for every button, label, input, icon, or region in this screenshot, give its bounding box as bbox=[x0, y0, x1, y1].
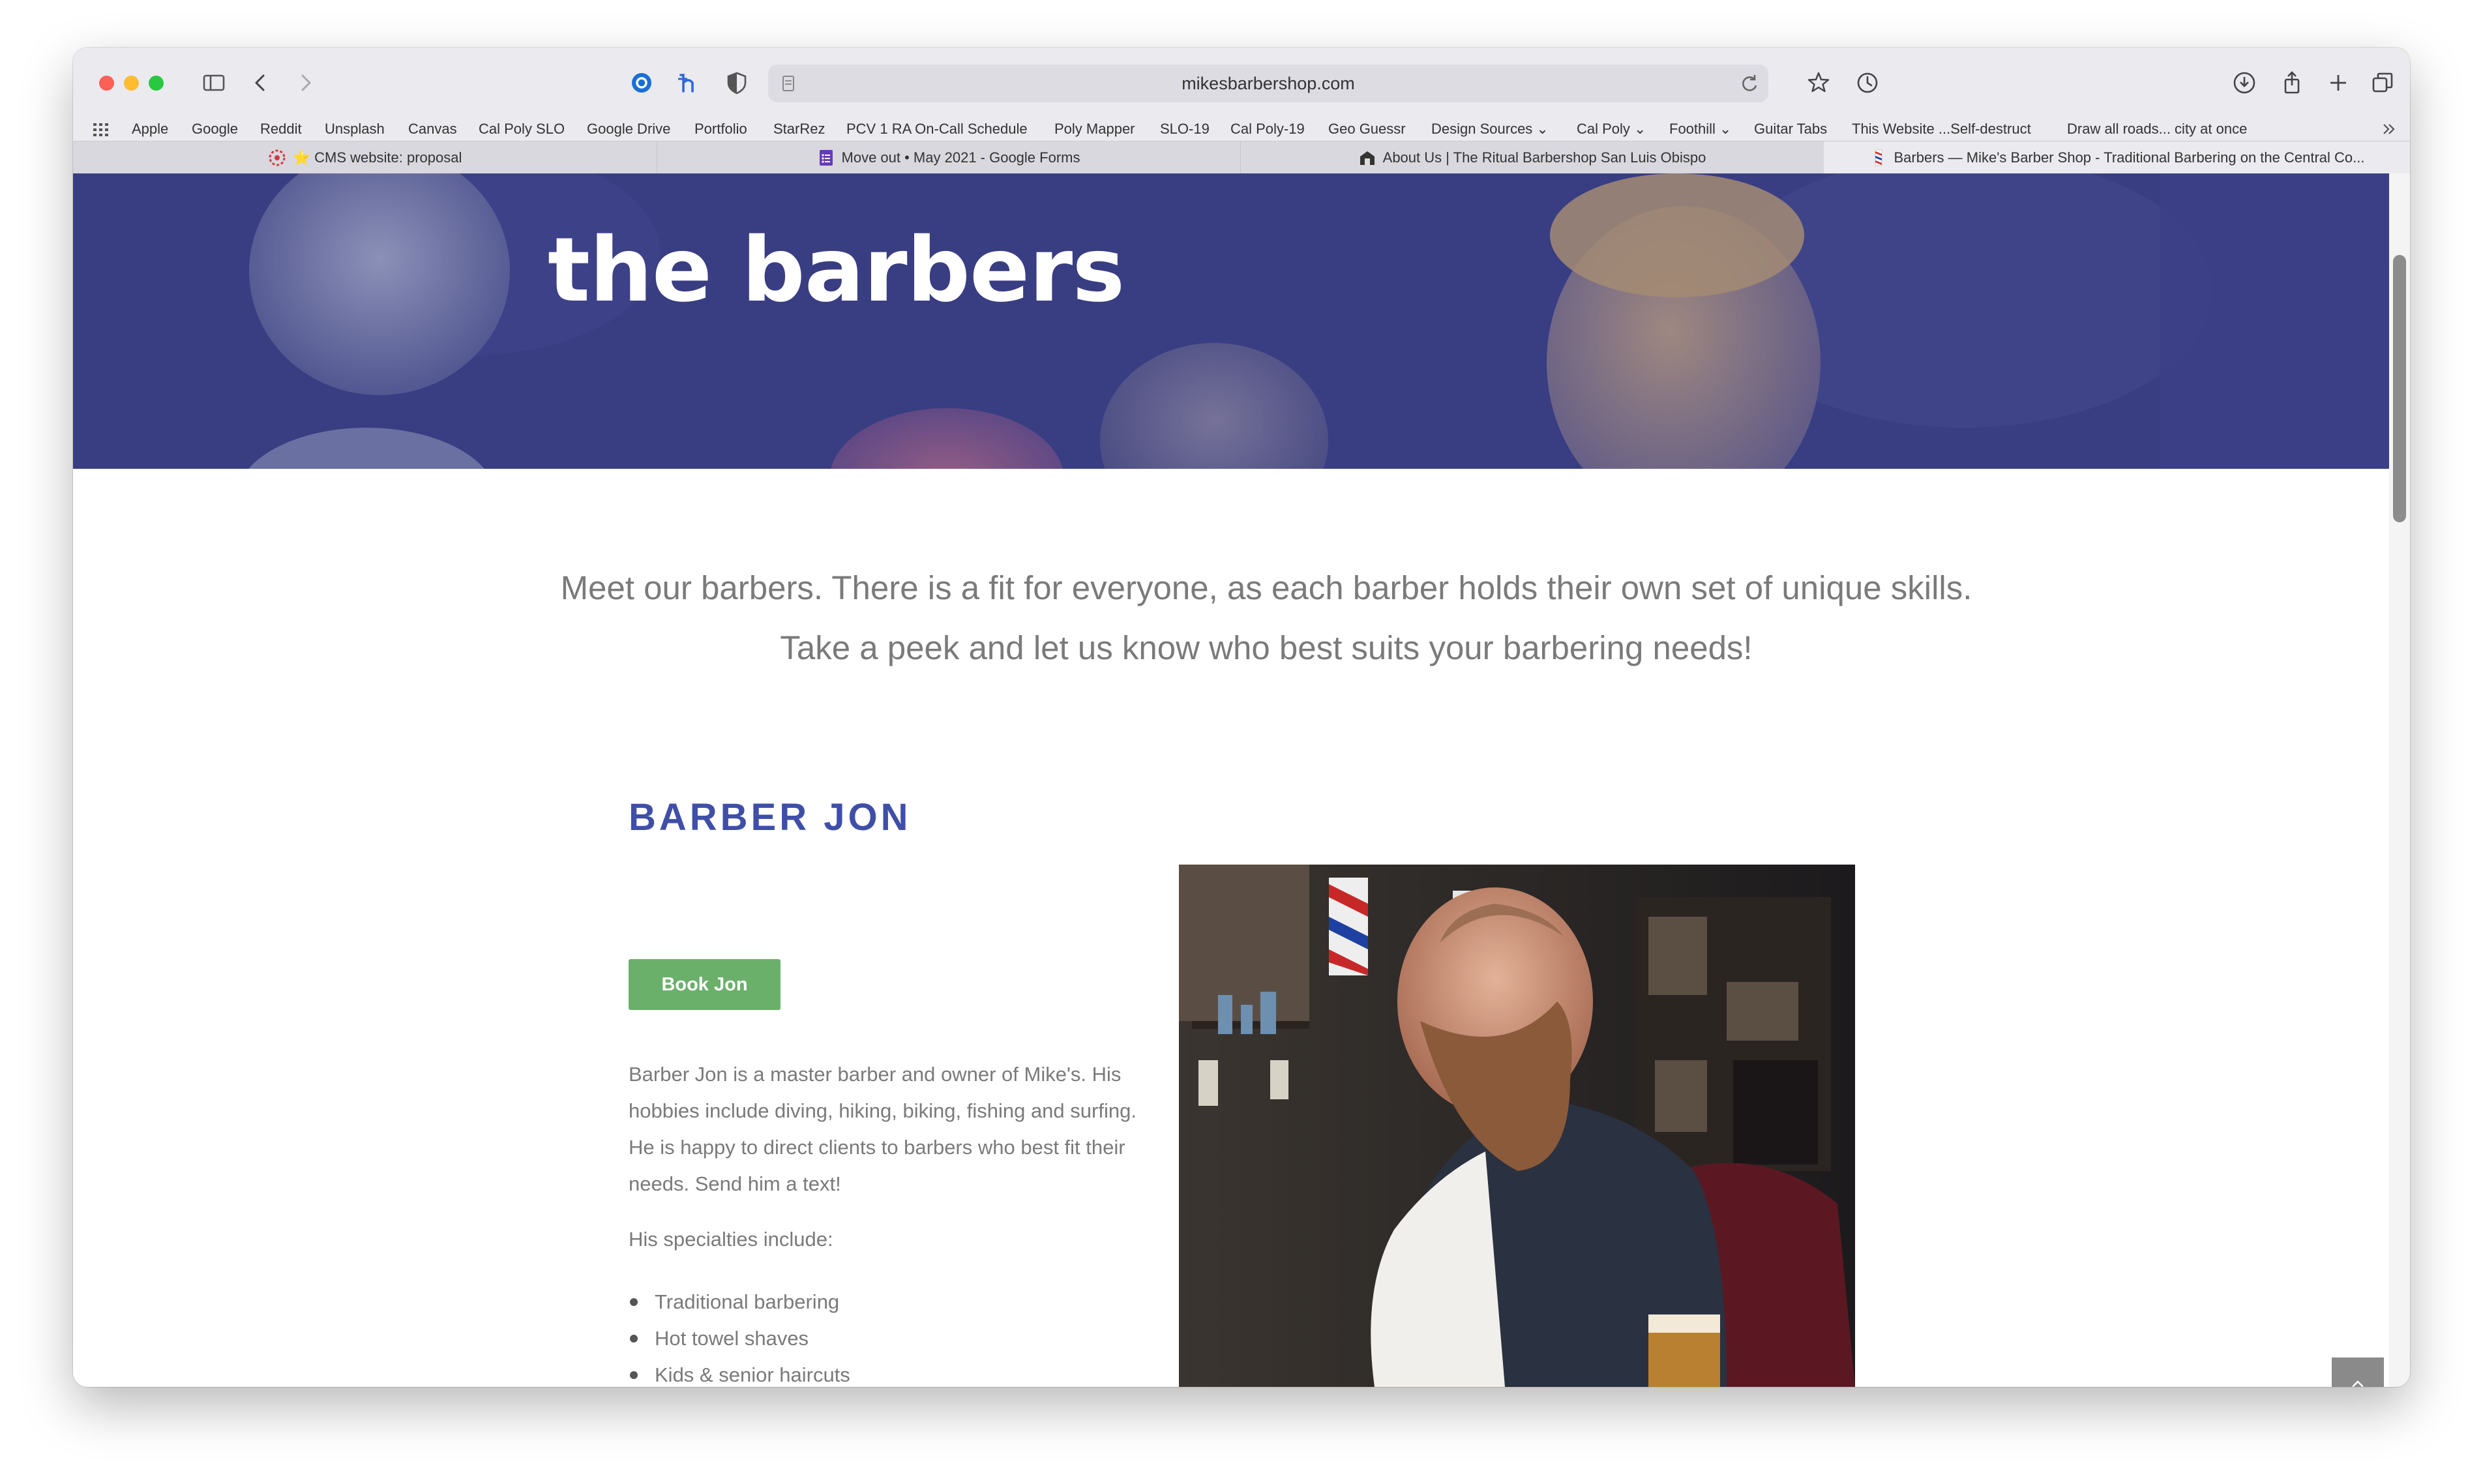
tab-overview-icon[interactable] bbox=[2366, 66, 2400, 100]
barber-photo bbox=[1179, 865, 1855, 1387]
new-tab-icon[interactable] bbox=[2321, 66, 2355, 100]
tab-label: Move out • May 2021 - Google Forms bbox=[841, 149, 1080, 166]
scrollbar-thumb[interactable] bbox=[2393, 255, 2406, 522]
scroll-to-top-button[interactable] bbox=[2332, 1358, 2384, 1387]
hero-background-image bbox=[73, 173, 2389, 469]
google-forms-favicon-icon bbox=[819, 150, 833, 166]
bookmark-item[interactable]: Geo Guessr bbox=[1328, 117, 1406, 141]
cms-favicon-icon bbox=[269, 149, 286, 166]
specialties-intro: His specialties include: bbox=[629, 1228, 833, 1251]
bookmarks-bar: Apple Google Reddit Unsplash Canvas Cal … bbox=[73, 117, 2410, 141]
bookmark-item[interactable]: Draw all roads... city at once bbox=[2067, 117, 2247, 141]
browser-toolbar: mikesbarbershop.com bbox=[73, 48, 2410, 117]
tab-label: About Us | The Ritual Barbershop San Lui… bbox=[1382, 149, 1706, 166]
password-manager-icon[interactable] bbox=[625, 66, 659, 100]
bookmark-item[interactable]: This Website ...Self-destruct bbox=[1852, 117, 2031, 141]
bookmark-item[interactable]: Cal Poly-19 bbox=[1230, 117, 1305, 141]
bookmark-star-icon[interactable] bbox=[1802, 66, 1836, 100]
tab-cms-proposal[interactable]: ⭐ CMS website: proposal bbox=[73, 141, 657, 174]
intro-text: Meet our barbers. There is a fit for eve… bbox=[560, 569, 1972, 666]
book-jon-button[interactable]: Book Jon bbox=[629, 959, 781, 1010]
reload-icon[interactable] bbox=[1737, 71, 1762, 96]
honey-extension-icon[interactable] bbox=[670, 66, 704, 100]
history-icon[interactable] bbox=[1851, 66, 1884, 100]
bookmark-folder[interactable]: Foothill ⌄ bbox=[1669, 117, 1731, 141]
list-item: Kids & senior haircuts bbox=[629, 1357, 850, 1387]
bookmark-item[interactable]: Poly Mapper bbox=[1054, 117, 1135, 141]
bookmark-item[interactable]: SLO-19 bbox=[1160, 117, 1210, 141]
barber-pole-favicon-icon bbox=[1875, 149, 1882, 166]
hero-banner: the barbers bbox=[73, 173, 2389, 469]
bookmark-folder[interactable]: Design Sources ⌄ bbox=[1431, 117, 1549, 141]
list-item: Hot towel shaves bbox=[629, 1320, 850, 1357]
close-window-button[interactable] bbox=[99, 76, 114, 91]
more-bookmarks-icon[interactable] bbox=[2380, 120, 2398, 138]
browser-window: mikesbarbershop.com Apple Google Reddit … bbox=[73, 48, 2410, 1387]
barber-bio: Barber Jon is a master barber and owner … bbox=[629, 1063, 1137, 1195]
bookmark-item[interactable]: Guitar Tabs bbox=[1754, 117, 1827, 141]
page-content: the barbers Meet our barbers. There is a… bbox=[73, 173, 2410, 1387]
downloads-icon[interactable] bbox=[2227, 66, 2261, 100]
page-title: the barbers bbox=[548, 219, 1125, 322]
bookmark-item[interactable]: Google bbox=[192, 117, 238, 141]
back-icon[interactable] bbox=[244, 66, 278, 100]
barber-name-heading: BARBER JON bbox=[629, 796, 912, 838]
address-bar[interactable]: mikesbarbershop.com bbox=[768, 65, 1768, 102]
bookmark-item[interactable]: Google Drive bbox=[587, 117, 670, 141]
bookmark-item[interactable]: StarRez bbox=[773, 117, 825, 141]
tab-ritual-barbershop[interactable]: About Us | The Ritual Barbershop San Lui… bbox=[1240, 141, 1824, 174]
minimize-window-button[interactable] bbox=[124, 76, 139, 91]
tab-label: Barbers — Mike's Barber Shop - Tradition… bbox=[1894, 149, 2365, 166]
bookmark-item[interactable]: Canvas bbox=[408, 117, 457, 141]
bookmark-item[interactable]: Cal Poly SLO bbox=[479, 117, 565, 141]
tab-label: ⭐ CMS website: proposal bbox=[292, 149, 462, 166]
ritual-barbershop-favicon-icon bbox=[1360, 151, 1375, 165]
bookmark-item[interactable]: Reddit bbox=[260, 117, 302, 141]
bookmark-item[interactable]: Apple bbox=[132, 117, 168, 141]
tab-bar: ⭐ CMS website: proposal Move out • May 2… bbox=[73, 141, 2410, 174]
apps-grid-icon[interactable] bbox=[93, 123, 110, 137]
bookmark-item[interactable]: Portfolio bbox=[694, 117, 747, 141]
tab-google-forms[interactable]: Move out • May 2021 - Google Forms bbox=[657, 141, 1241, 174]
bookmark-item[interactable]: Unsplash bbox=[325, 117, 385, 141]
privacy-shield-icon[interactable] bbox=[720, 66, 754, 100]
list-item: Traditional barbering bbox=[629, 1284, 850, 1320]
share-icon[interactable] bbox=[2275, 66, 2309, 100]
bookmark-item[interactable]: PCV 1 RA On-Call Schedule bbox=[846, 117, 1028, 141]
forward-icon[interactable] bbox=[288, 66, 322, 100]
chevron-up-icon bbox=[2352, 1380, 2364, 1387]
url-text: mikesbarbershop.com bbox=[1182, 74, 1355, 93]
bookmark-folder[interactable]: Cal Poly ⌄ bbox=[1577, 117, 1646, 141]
tab-mikes-barbers[interactable]: Barbers — Mike's Barber Shop - Tradition… bbox=[1824, 141, 2410, 174]
zoom-window-button[interactable] bbox=[149, 76, 164, 91]
sidebar-toggle-icon[interactable] bbox=[197, 66, 231, 100]
specialties-list: Traditional barbering Hot towel shaves K… bbox=[629, 1284, 850, 1387]
